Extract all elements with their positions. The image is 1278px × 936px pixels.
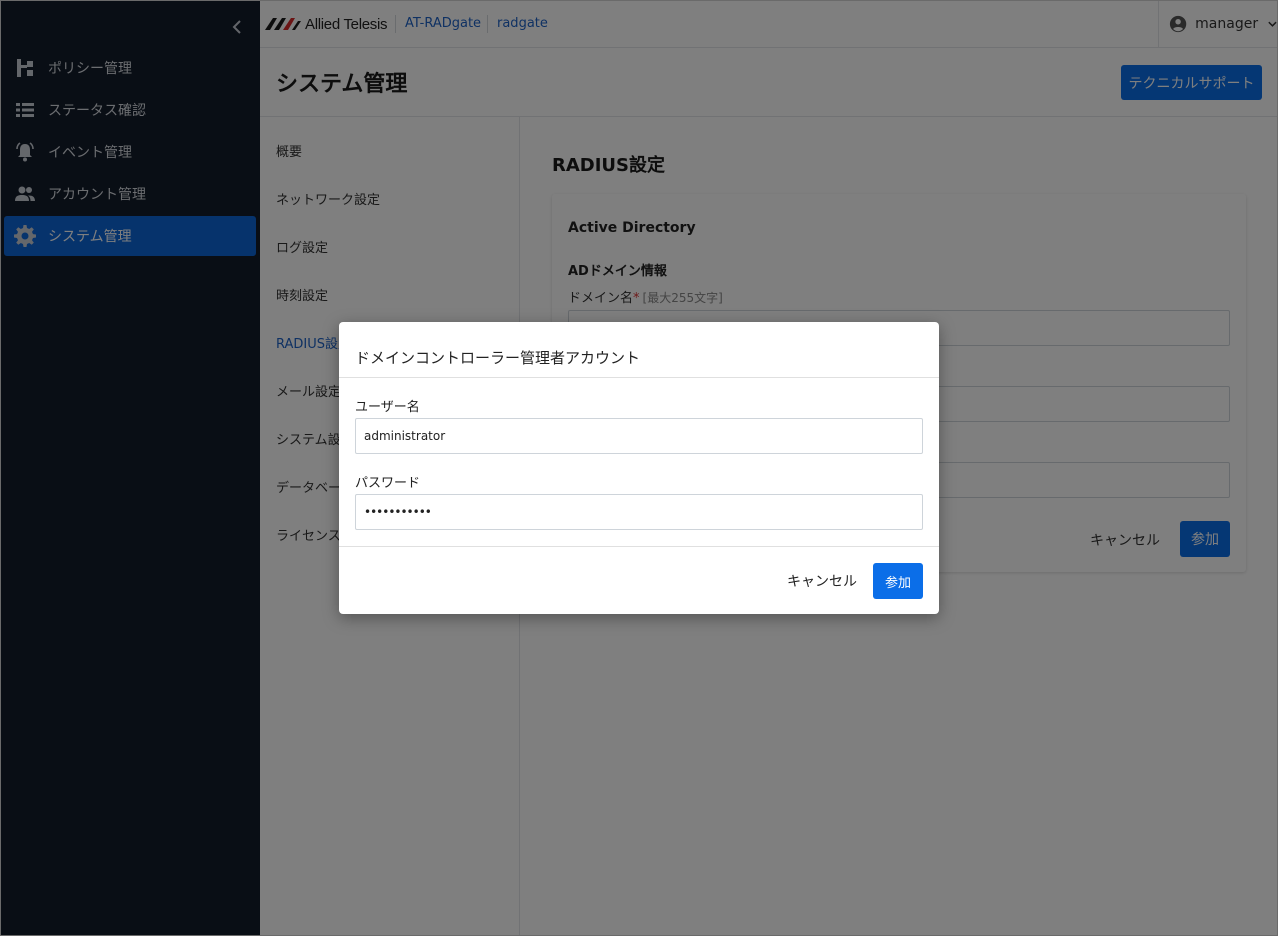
password-input[interactable]: •••••••••••	[355, 494, 923, 530]
username-input[interactable]: administrator	[355, 418, 923, 454]
domain-admin-modal: ドメインコントローラー管理者アカウント ユーザー名 administrator …	[339, 322, 939, 614]
modal-cancel-button[interactable]: キャンセル	[787, 571, 857, 591]
modal-join-button[interactable]: 参加	[873, 563, 923, 599]
password-label: パスワード	[355, 476, 421, 491]
modal-divider	[339, 546, 939, 547]
username-label: ユーザー名	[355, 400, 420, 415]
modal-title: ドメインコントローラー管理者アカウント	[355, 349, 641, 367]
modal-divider	[339, 377, 939, 378]
